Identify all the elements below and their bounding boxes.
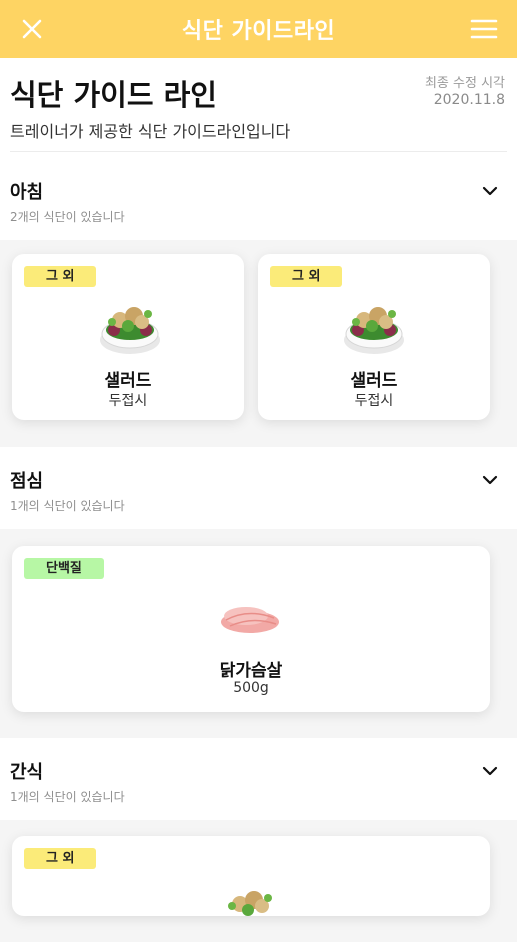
meal-card[interactable]: 그 외 샐러드 두접시 xyxy=(258,254,490,420)
food-amount: 두접시 xyxy=(108,393,148,409)
section-count: 1개의 식단이 있습니다 xyxy=(10,499,125,513)
section-count: 2개의 식단이 있습니다 xyxy=(10,210,125,224)
meal-card[interactable]: 단백질 닭가슴살 500g xyxy=(12,546,490,712)
app-bar-title: 식단 가이드라인 xyxy=(181,19,336,44)
page-subtitle: 트레이너가 제공한 식단 가이드라인입니다 xyxy=(10,122,291,141)
food-name: 닭가슴살 xyxy=(219,661,283,681)
page-title: 식단 가이드 라인 xyxy=(10,78,217,112)
chicken-breast-image xyxy=(221,607,279,633)
section-header-snack[interactable]: 간식 1개의 식단이 있습니다 xyxy=(0,738,517,820)
chevron-down-icon[interactable] xyxy=(481,182,499,200)
food-amount: 두접시 xyxy=(354,393,394,409)
meal-card[interactable]: 그 외 샐러드 두접시 xyxy=(12,254,244,420)
salad-bowl-image xyxy=(344,307,404,354)
last-modified-label: 최종 수정 시각 xyxy=(424,76,505,91)
section-title: 간식 xyxy=(10,762,44,783)
food-name: 샐러드 xyxy=(104,371,152,391)
app-bar: 식단 가이드라인 xyxy=(0,0,517,58)
close-icon[interactable] xyxy=(16,13,48,45)
section-count: 1개의 식단이 있습니다 xyxy=(10,790,125,804)
salad-bowl-image xyxy=(100,307,160,354)
meal-card[interactable]: 그 외 xyxy=(12,836,490,916)
food-name: 샐러드 xyxy=(350,371,398,391)
section-header-lunch[interactable]: 점심 1개의 식단이 있습니다 xyxy=(0,447,517,529)
page-header: 식단 가이드 라인 트레이너가 제공한 식단 가이드라인입니다 최종 수정 시각… xyxy=(0,58,517,158)
food-amount: 500g xyxy=(233,680,269,696)
chevron-down-icon[interactable] xyxy=(481,471,499,489)
category-tag: 그 외 xyxy=(24,266,97,287)
salad-bowl-image xyxy=(228,891,272,916)
header-divider xyxy=(10,151,507,152)
section-title: 점심 xyxy=(10,471,44,492)
section-title: 아침 xyxy=(10,182,44,203)
chevron-down-icon[interactable] xyxy=(481,762,499,780)
last-modified-date: 2020.11.8 xyxy=(433,92,505,108)
section-header-breakfast[interactable]: 아침 2개의 식단이 있습니다 xyxy=(0,158,517,240)
category-tag: 그 외 xyxy=(24,848,97,869)
category-tag: 그 외 xyxy=(270,266,343,287)
hamburger-menu-icon[interactable] xyxy=(469,15,499,43)
category-tag: 단백질 xyxy=(24,558,104,579)
